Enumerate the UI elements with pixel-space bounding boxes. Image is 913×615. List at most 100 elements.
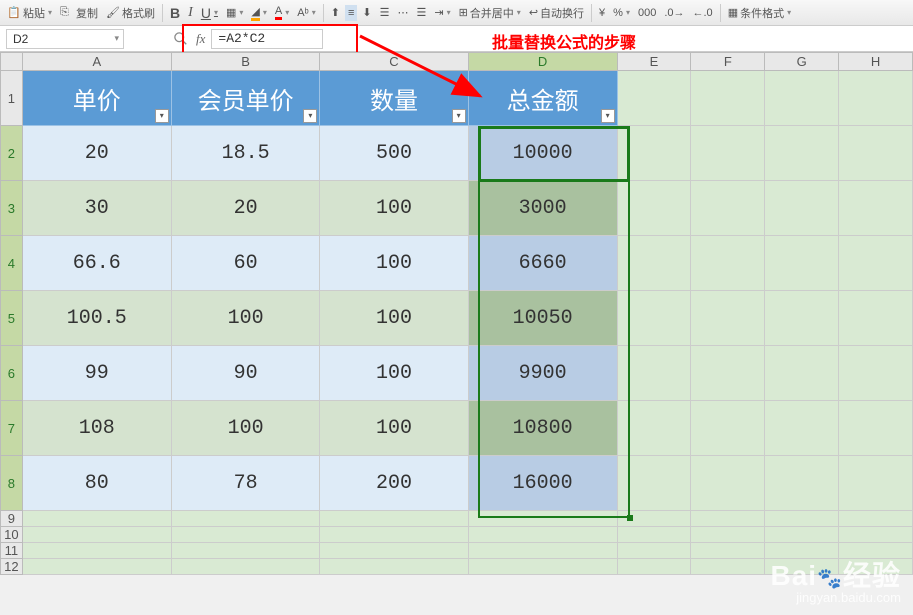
cell-A2[interactable]: 20	[22, 126, 171, 181]
cell-H12[interactable]	[839, 559, 913, 575]
cell-F10[interactable]	[691, 527, 765, 543]
cell-G11[interactable]	[765, 543, 839, 559]
row-header-8[interactable]: 8	[1, 456, 23, 511]
percent-button[interactable]: %	[610, 5, 633, 21]
cell-D7[interactable]: 10800	[468, 401, 617, 456]
cell-E6[interactable]	[617, 346, 691, 401]
cell-D3[interactable]: 3000	[468, 181, 617, 236]
filter-button[interactable]: ▾	[601, 109, 615, 123]
cell-B9[interactable]	[171, 511, 320, 527]
col-header-G[interactable]: G	[765, 53, 839, 71]
filter-button[interactable]: ▾	[155, 109, 169, 123]
cell-A3[interactable]: 30	[22, 181, 171, 236]
col-header-H[interactable]: H	[839, 53, 913, 71]
cell-F7[interactable]	[691, 401, 765, 456]
indent-button[interactable]: ⇥	[431, 4, 453, 21]
cell-G12[interactable]	[765, 559, 839, 575]
cell-C7[interactable]: 100	[320, 401, 468, 456]
formula-input[interactable]	[211, 29, 323, 49]
cell-C4[interactable]: 100	[320, 236, 468, 291]
cell-E8[interactable]	[617, 456, 691, 511]
fill-handle[interactable]	[627, 515, 633, 521]
phonetic-button[interactable]: Aᵇ	[294, 5, 319, 21]
cell-H3[interactable]	[839, 181, 913, 236]
cell-C6[interactable]: 100	[320, 346, 468, 401]
name-box[interactable]: D2	[6, 29, 124, 49]
cell-F8[interactable]	[691, 456, 765, 511]
cell-A11[interactable]	[22, 543, 171, 559]
comma-button[interactable]: 000	[635, 5, 659, 21]
cell-G2[interactable]	[765, 126, 839, 181]
cell-D10[interactable]	[468, 527, 617, 543]
cell-H2[interactable]	[839, 126, 913, 181]
col-header-D[interactable]: D	[468, 53, 617, 71]
col-header-A[interactable]: A	[22, 53, 171, 71]
cell-B4[interactable]: 60	[171, 236, 320, 291]
col-header-C[interactable]: C	[320, 53, 468, 71]
cell-C8[interactable]: 200	[320, 456, 468, 511]
spreadsheet-grid[interactable]: A B C D E F G H 1 单价▾ 会员单价▾ 数量▾ 总金额▾ 2 2…	[0, 52, 913, 575]
cell-G3[interactable]	[765, 181, 839, 236]
cell-A12[interactable]	[22, 559, 171, 575]
filter-button[interactable]: ▾	[452, 109, 466, 123]
dec-decimal-button[interactable]: ←.0	[690, 5, 716, 21]
cell-D4[interactable]: 6660	[468, 236, 617, 291]
cell-E5[interactable]	[617, 291, 691, 346]
cell-F9[interactable]	[691, 511, 765, 527]
cell-E11[interactable]	[617, 543, 691, 559]
fill-color-button[interactable]: ◢	[248, 3, 269, 23]
cell-B10[interactable]	[171, 527, 320, 543]
cell-C12[interactable]	[320, 559, 468, 575]
row-header-12[interactable]: 12	[1, 559, 23, 575]
format-painter-button[interactable]: 🖌 格式刷	[103, 3, 158, 23]
align-top-button[interactable]: ⬆	[328, 4, 343, 21]
col-header-E[interactable]: E	[617, 53, 691, 71]
cell-F5[interactable]	[691, 291, 765, 346]
cell-E3[interactable]	[617, 181, 691, 236]
cell-H1[interactable]	[839, 71, 913, 126]
cell-E4[interactable]	[617, 236, 691, 291]
cell-A7[interactable]: 108	[22, 401, 171, 456]
cell-C11[interactable]	[320, 543, 468, 559]
align-right-button[interactable]: ☰	[413, 4, 429, 21]
row-header-1[interactable]: 1	[1, 71, 23, 126]
row-header-5[interactable]: 5	[1, 291, 23, 346]
cell-D2[interactable]: 10000	[468, 126, 617, 181]
cell-C5[interactable]: 100	[320, 291, 468, 346]
cell-G9[interactable]	[765, 511, 839, 527]
cell-F1[interactable]	[691, 71, 765, 126]
cell-B7[interactable]: 100	[171, 401, 320, 456]
underline-button[interactable]: U	[198, 3, 221, 23]
cell-D6[interactable]: 9900	[468, 346, 617, 401]
cell-H7[interactable]	[839, 401, 913, 456]
cell-F12[interactable]	[691, 559, 765, 575]
cell-H5[interactable]	[839, 291, 913, 346]
cell-D9[interactable]	[468, 511, 617, 527]
conditional-format-button[interactable]: ▦ 条件格式	[725, 3, 794, 23]
cell-A5[interactable]: 100.5	[22, 291, 171, 346]
font-color-button[interactable]: A	[272, 3, 292, 22]
row-header-4[interactable]: 4	[1, 236, 23, 291]
cell-B3[interactable]: 20	[171, 181, 320, 236]
row-header-2[interactable]: 2	[1, 126, 23, 181]
cell-F2[interactable]	[691, 126, 765, 181]
italic-button[interactable]: I	[185, 3, 196, 23]
cell-G10[interactable]	[765, 527, 839, 543]
cell-C3[interactable]: 100	[320, 181, 468, 236]
cell-E1[interactable]	[617, 71, 691, 126]
cell-A8[interactable]: 80	[22, 456, 171, 511]
row-header-11[interactable]: 11	[1, 543, 23, 559]
bold-button[interactable]: B	[167, 3, 183, 23]
row-header-6[interactable]: 6	[1, 346, 23, 401]
cell-E7[interactable]	[617, 401, 691, 456]
cell-H11[interactable]	[839, 543, 913, 559]
select-all-corner[interactable]	[1, 53, 23, 71]
cell-G1[interactable]	[765, 71, 839, 126]
filter-button[interactable]: ▾	[303, 109, 317, 123]
cell-E2[interactable]	[617, 126, 691, 181]
cell-D11[interactable]	[468, 543, 617, 559]
row-header-9[interactable]: 9	[1, 511, 23, 527]
cell-G8[interactable]	[765, 456, 839, 511]
inc-decimal-button[interactable]: .0→	[661, 5, 687, 21]
currency-button[interactable]: ¥	[596, 5, 608, 21]
